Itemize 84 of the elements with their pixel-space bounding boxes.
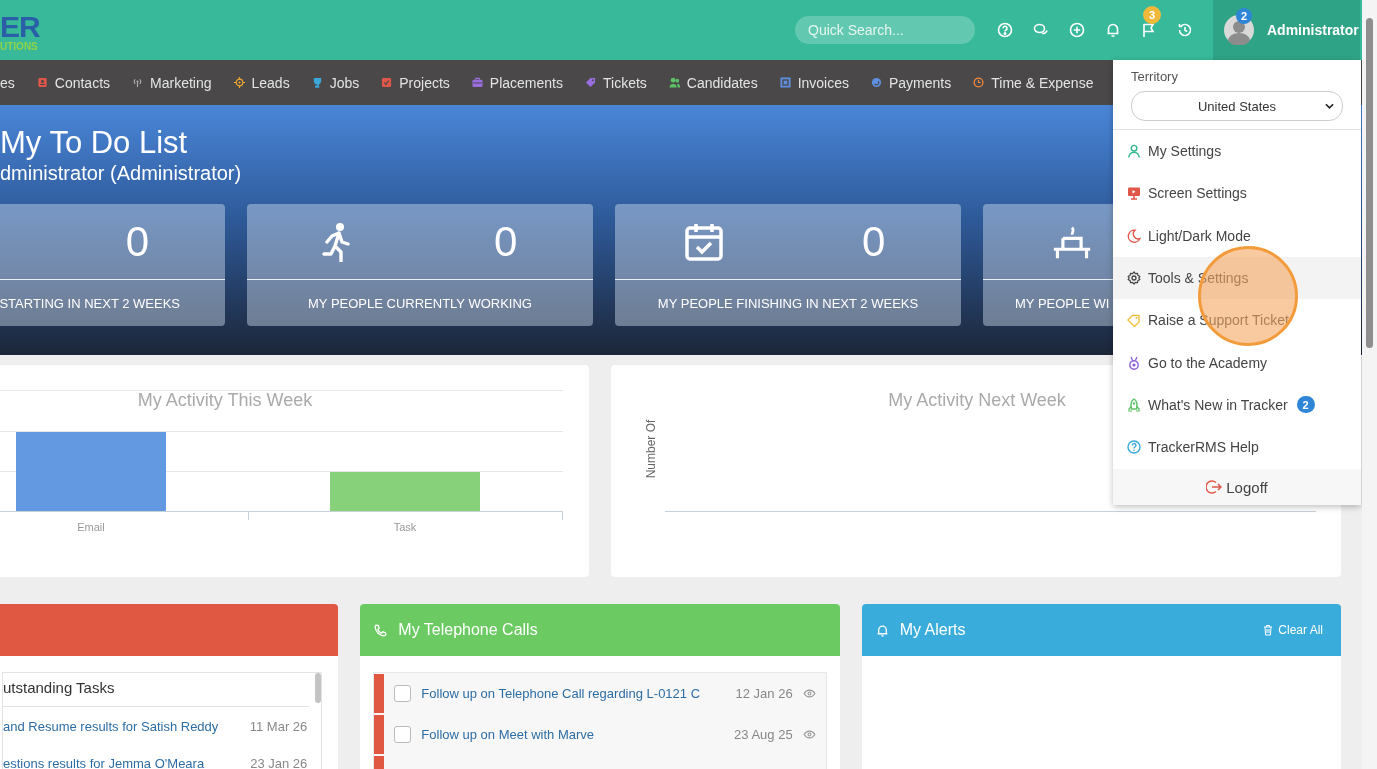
nav-link[interactable]: Candidates	[686, 74, 758, 91]
stat-label: MY PEOPLE WI	[1015, 295, 1110, 311]
nav-link[interactable]: Projects	[399, 74, 450, 91]
stat-value: 0	[862, 217, 886, 266]
phone-icon	[374, 623, 388, 637]
panel-title: My Telephone Calls	[398, 621, 538, 639]
bell-icon	[875, 623, 889, 637]
count-badge: 2	[1296, 396, 1315, 414]
logout-icon	[1206, 479, 1223, 495]
field-label: Territory	[1131, 69, 1179, 84]
stat-label: MY PEOPLE CURRENTLY WORKING	[308, 295, 532, 311]
stat-label: MY PEOPLE FINISHING IN NEXT 2 WEEKS	[657, 295, 919, 311]
chevron-down-icon	[1325, 103, 1334, 109]
date-text: 23 Aug 25	[734, 727, 793, 742]
axis-label: Email	[77, 521, 105, 533]
page-subtitle: dministrator (Administrator)	[0, 161, 242, 186]
panel-title: My Alerts	[899, 621, 966, 639]
axis-label: Number Of	[644, 419, 658, 479]
user-menu-button[interactable]: 2 Administrator	[1213, 0, 1360, 60]
nav-link[interactable]: Placements	[489, 74, 563, 91]
menu-item-label: Tools & Settings	[1148, 270, 1249, 287]
nav-link[interactable]: Leads	[251, 74, 290, 91]
list-heading: utstanding Tasks	[3, 673, 310, 707]
menu-item-label: TrackerRMS Help	[1148, 439, 1259, 456]
menu-item[interactable]: My Settings	[1113, 130, 1361, 173]
nav-link[interactable]: Marketing	[150, 74, 212, 91]
checkbox[interactable]	[394, 726, 412, 743]
nav-link[interactable]: Payments	[889, 74, 952, 91]
trash-icon	[1263, 624, 1274, 636]
task-link[interactable]: and Resume results for Satish Reddy	[3, 719, 219, 734]
stat-label: STARTING IN NEXT 2 WEEKS	[0, 295, 180, 311]
notification-badge: 2	[1236, 8, 1252, 24]
calendar-icon	[684, 221, 724, 262]
menu-item-label: Go to the Academy	[1148, 354, 1268, 371]
eye-icon[interactable]	[802, 689, 816, 698]
call-link[interactable]: Follow up on Telephone Call regarding L-0121 C	[421, 686, 726, 701]
plus-icon[interactable]	[1069, 22, 1085, 38]
nav-link[interactable]: Time & Expense	[991, 74, 1094, 91]
history-icon[interactable]	[1177, 22, 1193, 38]
menu-item-label: Light/Dark Mode	[1148, 227, 1251, 244]
priority-stripe	[374, 715, 385, 754]
stat-card[interactable]: 0 STARTING IN NEXT 2 WEEKS	[0, 204, 225, 326]
stat-card[interactable]: 0 MY PEOPLE FINISHING IN NEXT 2 WEEKS	[615, 204, 961, 326]
task-link[interactable]: estions results for Jemma O'Meara	[3, 756, 205, 769]
stat-value: 0	[494, 217, 518, 266]
date-text: 12 Jan 26	[735, 686, 793, 701]
bell-icon[interactable]	[1105, 22, 1121, 38]
menu-item-label: Screen Settings	[1148, 185, 1247, 202]
stat-value: 0	[125, 217, 149, 266]
menu-item[interactable]: Screen Settings	[1113, 172, 1361, 215]
menu-item[interactable]: Light/Dark Mode	[1113, 214, 1361, 257]
nav-link[interactable]: es	[0, 74, 15, 91]
nav-link[interactable]: Contacts	[54, 74, 111, 91]
call-link[interactable]: Follow up on Meet with Marve	[421, 727, 725, 742]
menu-item[interactable]: Tools & Settings	[1113, 256, 1361, 300]
date-text: 11 Mar 26	[249, 719, 308, 734]
priority-stripe	[374, 756, 385, 769]
menu-item[interactable]: What's New in Tracker 2	[1113, 383, 1361, 427]
nav-link[interactable]: Tickets	[603, 74, 647, 91]
notification-badge: 3	[1143, 6, 1161, 24]
user-name: Administrator	[1267, 22, 1359, 38]
menu-item-label: My Settings	[1148, 143, 1222, 160]
menu-item[interactable]: TrackerRMS Help	[1113, 426, 1361, 469]
eye-icon[interactable]	[802, 730, 816, 739]
scrollbar[interactable]	[315, 673, 322, 703]
axis-label: Task	[393, 521, 417, 533]
chart-title: My Activity This Week	[137, 390, 313, 410]
checkbox[interactable]	[394, 685, 412, 702]
chart-title: My Activity Next Week	[888, 390, 1066, 410]
menu-item[interactable]: Go to the Academy	[1113, 341, 1361, 384]
date-text: 23 Jan 26	[250, 756, 308, 769]
flag-icon[interactable]	[1141, 22, 1157, 38]
logo-text: ER	[0, 12, 40, 42]
logoff-button[interactable]: Logoff	[1113, 469, 1361, 505]
nav-link[interactable]: Invoices	[797, 74, 849, 91]
help-icon[interactable]	[997, 22, 1013, 38]
nav-link[interactable]: Jobs	[329, 74, 360, 91]
menu-item-label: What's New in Tracker	[1148, 396, 1288, 413]
scrollbar[interactable]	[1362, 0, 1377, 769]
priority-stripe	[374, 674, 385, 713]
page-title: My To Do List	[0, 126, 188, 160]
logo-tagline: UTIONS	[0, 42, 38, 52]
territory-select[interactable]: United States	[1131, 91, 1343, 121]
stat-card[interactable]: 0 MY PEOPLE CURRENTLY WORKING	[247, 204, 593, 326]
